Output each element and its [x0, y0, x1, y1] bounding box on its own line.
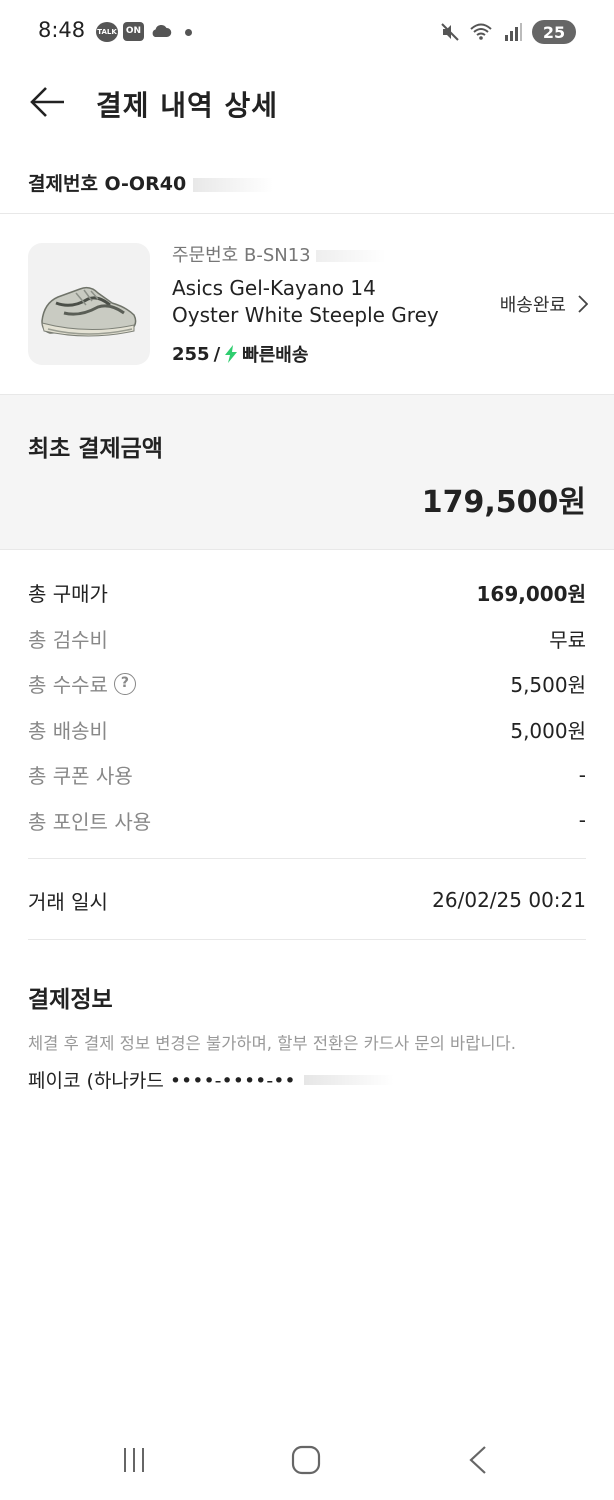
payment-method: 페이코 (하나카드 ••••-••••-•• [28, 1066, 394, 1093]
arrow-left-icon [30, 87, 64, 117]
chevron-left-icon [469, 1446, 486, 1474]
price-row-coupon: 총 쿠폰 사용 - [28, 752, 586, 798]
order-number: 주문번호 B-SN13 [172, 241, 387, 267]
product-item[interactable]: 주문번호 B-SN13 Asics Gel-Kayano 14 Oyster W… [0, 215, 614, 393]
shipping-type: 빠른배송 [242, 345, 309, 366]
recent-apps-button[interactable] [104, 1440, 164, 1480]
payment-number-value: O-OR40 [104, 173, 187, 195]
payment-number-label: 결제번호 [28, 173, 98, 195]
price-row-points: 총 포인트 사용 - [28, 798, 586, 844]
price-row-inspection: 총 검수비 무료 [28, 616, 586, 662]
back-button[interactable] [28, 82, 68, 122]
status-icons: 25 [440, 20, 576, 44]
on-badge-icon: ON [123, 22, 144, 41]
initial-payment-amount: 179,500원 [421, 485, 586, 520]
cloud-icon [152, 25, 172, 37]
trade-datetime-label: 거래 일시 [28, 889, 108, 914]
home-icon [291, 1445, 321, 1475]
price-row-fee: 총 수수료 ? 5,500원 [28, 661, 586, 707]
lightning-icon [225, 345, 238, 363]
price-row-label: 총 포인트 사용 [28, 809, 152, 834]
divider [0, 213, 614, 214]
price-row-value: 무료 [549, 627, 586, 652]
product-name-line1: Asics Gel-Kayano 14 [172, 276, 376, 300]
wifi-icon [470, 23, 492, 40]
price-row-label: 총 수수료 [28, 673, 108, 698]
mute-icon [441, 23, 459, 41]
product-name: Asics Gel-Kayano 14 Oyster White Steeple… [172, 275, 462, 329]
page-title: 결제 내역 상세 [96, 89, 279, 122]
payment-method-text: 페이코 (하나카드 ••••-••••-•• [28, 1070, 296, 1092]
price-row-value: - [578, 808, 586, 833]
notification-dot-icon [185, 29, 192, 36]
price-row-value: 5,000원 [510, 718, 586, 743]
price-row-value: 169,000원 [476, 582, 587, 607]
system-back-button[interactable] [448, 1440, 508, 1480]
price-row-purchase: 총 구매가 169,000원 [28, 570, 586, 616]
home-button[interactable] [276, 1440, 336, 1480]
price-row-label: 총 구매가 [28, 582, 108, 607]
price-row-label: 총 배송비 [28, 718, 108, 743]
delivery-status[interactable]: 배송완료 [500, 291, 588, 317]
question-circle-icon[interactable]: ? [113, 672, 136, 695]
initial-payment-section: 최초 결제금액 179,500원 [0, 394, 614, 550]
price-row-label-wrap: 총 수수료 ? [28, 669, 136, 698]
recent-apps-icon [124, 1448, 144, 1472]
price-row-shipping: 총 배송비 5,000원 [28, 707, 586, 753]
sneaker-icon [41, 286, 137, 337]
price-row-label: 총 검수비 [28, 627, 108, 652]
redacted-mask [303, 1074, 394, 1085]
price-breakdown: 총 구매가 169,000원 총 검수비 무료 총 수수료 ? 5,500원 총… [28, 570, 586, 843]
order-number-value: B-SN13 [243, 245, 311, 266]
status-time: 8:48 [38, 18, 86, 42]
divider [28, 858, 586, 859]
product-image [28, 243, 150, 365]
product-name-line2: Oyster White Steeple Grey [172, 303, 439, 327]
price-row-label: 총 쿠폰 사용 [28, 764, 133, 789]
price-row-value: - [578, 762, 586, 787]
signal-icon [505, 23, 522, 41]
order-number-label: 주문번호 [172, 245, 239, 266]
delivery-status-label: 배송완료 [499, 295, 566, 316]
product-size: 255 [172, 343, 210, 365]
product-meta: 255 / 빠른배송 [172, 341, 308, 367]
payment-number: 결제번호 O-OR40 [28, 169, 273, 196]
divider [28, 939, 586, 940]
app-header: 결제 내역 상세 [0, 70, 614, 134]
trade-datetime-value: 26/02/25 00:21 [432, 888, 586, 912]
battery-icon: 25 [532, 20, 576, 44]
redacted-mask [192, 177, 273, 192]
payment-info-title: 결제정보 [28, 987, 113, 1013]
trade-datetime-row: 거래 일시 26/02/25 00:21 [28, 878, 586, 922]
chevron-right-icon [578, 295, 588, 313]
price-row-value: 5,500원 [510, 673, 586, 698]
redacted-mask [316, 250, 387, 262]
system-navigation-bar [0, 1420, 614, 1500]
initial-payment-label: 최초 결제금액 [28, 436, 163, 462]
payment-info-notice: 체결 후 결제 정보 변경은 불가하며, 할부 전환은 카드사 문의 바랍니다. [28, 1034, 516, 1053]
kakaotalk-icon: TALK [96, 22, 118, 42]
status-bar: 8:48 TALK ON 25 [0, 0, 614, 64]
meta-separator: / [213, 343, 221, 365]
